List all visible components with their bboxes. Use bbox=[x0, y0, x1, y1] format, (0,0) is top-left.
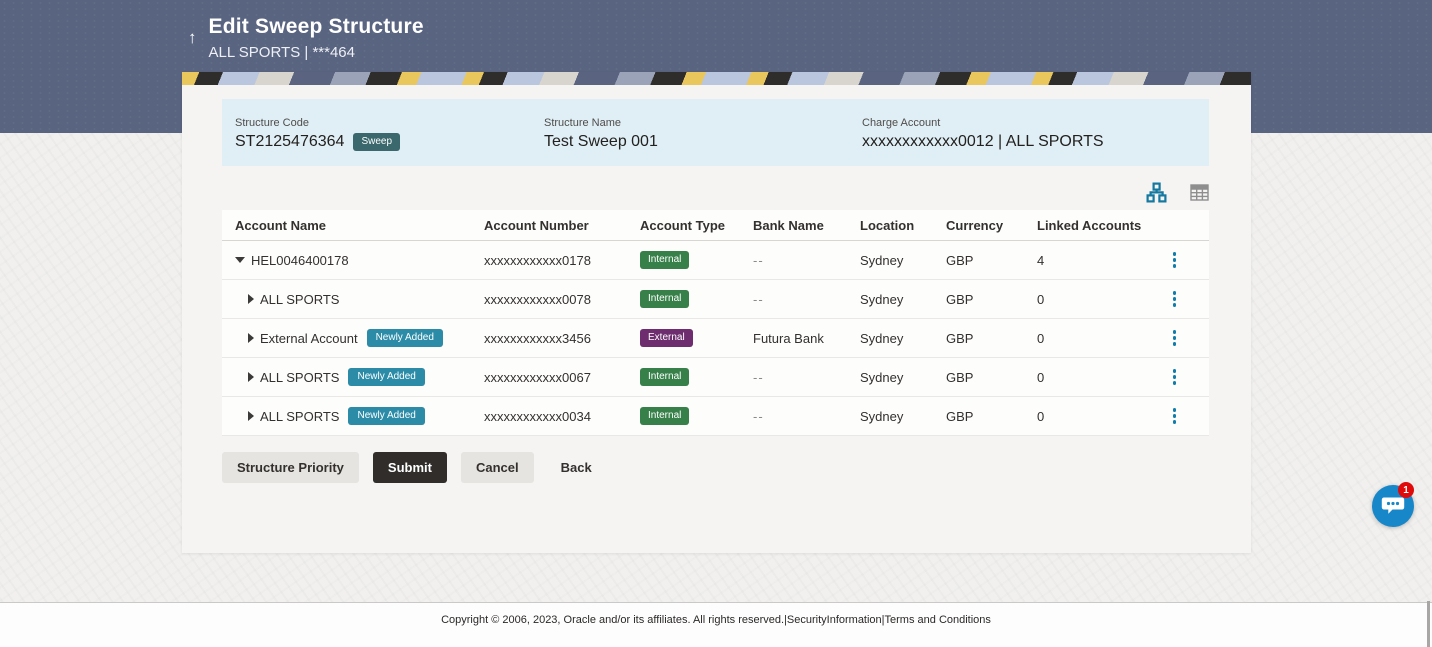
table-row: HEL0046400178 xxxxxxxxxxxx0178 Internal … bbox=[222, 241, 1209, 280]
copyright-text: Copyright © 2006, 2023, Oracle and/or it… bbox=[441, 614, 784, 626]
location: Sydney bbox=[860, 409, 946, 424]
structure-name-label: Structure Name bbox=[544, 117, 862, 129]
linked-accounts-table: Account Name Account Number Account Type… bbox=[222, 210, 1209, 436]
caret-right-icon[interactable] bbox=[248, 372, 254, 382]
account-name: External Account bbox=[260, 331, 358, 346]
chat-fab[interactable]: 1 bbox=[1372, 485, 1414, 527]
account-number: xxxxxxxxxxxx0078 bbox=[484, 292, 640, 307]
table-row: ALL SPORTS Newly Added xxxxxxxxxxxx0034 … bbox=[222, 397, 1209, 436]
row-actions-menu-icon[interactable] bbox=[1168, 288, 1182, 310]
linked-accounts-count: 4 bbox=[1037, 253, 1167, 268]
structure-summary-bar: Structure Code ST2125476364 Sweep Struct… bbox=[222, 99, 1209, 166]
currency: GBP bbox=[946, 253, 1037, 268]
linked-accounts-count: 0 bbox=[1037, 370, 1167, 385]
charge-account-label: Charge Account bbox=[862, 117, 1209, 129]
page-footer: Copyright © 2006, 2023, Oracle and/or it… bbox=[0, 602, 1432, 647]
submit-button[interactable]: Submit bbox=[373, 452, 447, 483]
table-header-row: Account Name Account Number Account Type… bbox=[222, 210, 1209, 241]
charge-account-field: Charge Account xxxxxxxxxxxx0012 | ALL SP… bbox=[862, 115, 1209, 151]
col-account-type: Account Type bbox=[640, 218, 753, 233]
location: Sydney bbox=[860, 253, 946, 268]
newly-added-badge: Newly Added bbox=[367, 329, 443, 347]
row-actions-menu-icon[interactable] bbox=[1168, 366, 1182, 388]
newly-added-badge: Newly Added bbox=[348, 368, 424, 386]
account-type-badge: Internal bbox=[640, 368, 689, 386]
linked-accounts-count: 0 bbox=[1037, 331, 1167, 346]
view-toggle bbox=[222, 181, 1209, 203]
chat-unread-badge: 1 bbox=[1398, 482, 1414, 498]
newly-added-badge: Newly Added bbox=[348, 407, 424, 425]
sweep-type-badge: Sweep bbox=[353, 133, 400, 151]
col-linked-accounts: Linked Accounts bbox=[1037, 218, 1167, 233]
row-actions-menu-icon[interactable] bbox=[1168, 405, 1182, 427]
account-number: xxxxxxxxxxxx0067 bbox=[484, 370, 640, 385]
charge-account-value: xxxxxxxxxxxx0012 | ALL SPORTS bbox=[862, 133, 1104, 151]
vertical-scrollbar[interactable] bbox=[1427, 601, 1430, 647]
structure-priority-button[interactable]: Structure Priority bbox=[222, 452, 359, 483]
col-location: Location bbox=[860, 218, 946, 233]
currency: GBP bbox=[946, 331, 1037, 346]
structure-code-value: ST2125476364 bbox=[235, 133, 344, 151]
caret-down-icon[interactable] bbox=[235, 257, 245, 263]
account-type-badge: External bbox=[640, 329, 693, 347]
linked-accounts-count: 0 bbox=[1037, 409, 1167, 424]
currency: GBP bbox=[946, 292, 1037, 307]
page: ↑ Edit Sweep Structure ALL SPORTS | ***4… bbox=[0, 0, 1432, 647]
back-arrow-icon[interactable]: ↑ bbox=[188, 29, 197, 46]
bank-name: -- bbox=[753, 292, 860, 307]
account-name: ALL SPORTS bbox=[260, 292, 339, 307]
location: Sydney bbox=[860, 331, 946, 346]
back-button[interactable]: Back bbox=[546, 452, 607, 483]
bank-name: Futura Bank bbox=[753, 331, 860, 346]
decorative-banner bbox=[182, 72, 1251, 85]
account-number: xxxxxxxxxxxx3456 bbox=[484, 331, 640, 346]
account-type-badge: Internal bbox=[640, 251, 689, 269]
content-card: Structure Code ST2125476364 Sweep Struct… bbox=[182, 72, 1251, 553]
linked-accounts-count: 0 bbox=[1037, 292, 1167, 307]
caret-right-icon[interactable] bbox=[248, 294, 254, 304]
table-row: ALL SPORTS xxxxxxxxxxxx0078 Internal -- … bbox=[222, 280, 1209, 319]
col-currency: Currency bbox=[946, 218, 1037, 233]
account-type-badge: Internal bbox=[640, 407, 689, 425]
bank-name: -- bbox=[753, 370, 860, 385]
col-account-name: Account Name bbox=[222, 218, 484, 233]
row-actions-menu-icon[interactable] bbox=[1168, 327, 1182, 349]
currency: GBP bbox=[946, 370, 1037, 385]
account-name: ALL SPORTS bbox=[260, 409, 339, 424]
tree-view-icon[interactable] bbox=[1146, 182, 1167, 203]
table-row: External Account Newly Added xxxxxxxxxxx… bbox=[222, 319, 1209, 358]
structure-name-field: Structure Name Test Sweep 001 bbox=[544, 115, 862, 151]
page-subtitle: ALL SPORTS | ***464 bbox=[209, 44, 424, 61]
security-information-link[interactable]: SecurityInformation bbox=[787, 614, 882, 626]
col-account-number: Account Number bbox=[484, 218, 640, 233]
caret-right-icon[interactable] bbox=[248, 333, 254, 343]
account-type-badge: Internal bbox=[640, 290, 689, 308]
terms-and-conditions-link[interactable]: Terms and Conditions bbox=[885, 614, 991, 626]
table-view-icon[interactable] bbox=[1190, 184, 1209, 201]
page-title: Edit Sweep Structure bbox=[209, 15, 424, 39]
currency: GBP bbox=[946, 409, 1037, 424]
location: Sydney bbox=[860, 292, 946, 307]
bank-name: -- bbox=[753, 409, 860, 424]
structure-name-value: Test Sweep 001 bbox=[544, 133, 658, 151]
cancel-button[interactable]: Cancel bbox=[461, 452, 534, 483]
structure-code-field: Structure Code ST2125476364 Sweep bbox=[222, 115, 544, 151]
location: Sydney bbox=[860, 370, 946, 385]
caret-right-icon[interactable] bbox=[248, 411, 254, 421]
col-bank-name: Bank Name bbox=[753, 218, 860, 233]
structure-code-label: Structure Code bbox=[235, 117, 544, 129]
table-row: ALL SPORTS Newly Added xxxxxxxxxxxx0067 … bbox=[222, 358, 1209, 397]
row-actions-menu-icon[interactable] bbox=[1168, 249, 1182, 271]
account-name: HEL0046400178 bbox=[251, 253, 349, 268]
account-number: xxxxxxxxxxxx0178 bbox=[484, 253, 640, 268]
bank-name: -- bbox=[753, 253, 860, 268]
account-number: xxxxxxxxxxxx0034 bbox=[484, 409, 640, 424]
action-buttons: Structure Priority Submit Cancel Back bbox=[222, 452, 1209, 483]
account-name: ALL SPORTS bbox=[260, 370, 339, 385]
